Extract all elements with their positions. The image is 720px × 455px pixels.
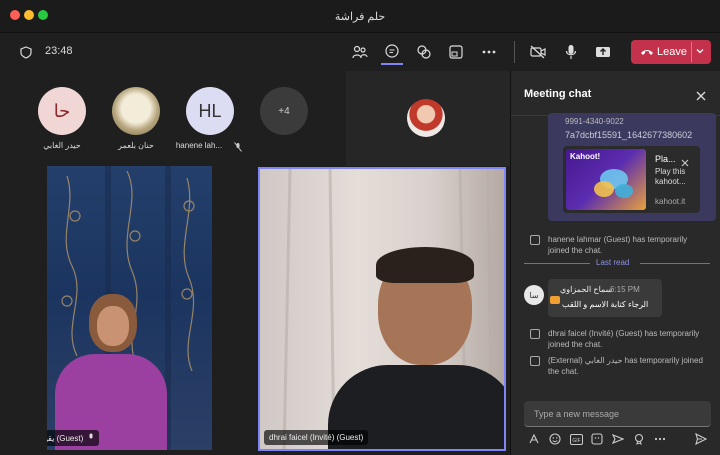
participant-name-3: hanene lah... <box>175 141 223 150</box>
flag-emoji-icon <box>550 296 560 304</box>
system-message-3-text: (External) حيدر الغابي has temporarily j… <box>548 356 703 376</box>
people-icon[interactable] <box>351 43 369 61</box>
participant-avatar-photo-2[interactable] <box>112 87 160 135</box>
message-author-avatar[interactable]: سا <box>524 285 544 305</box>
leave-button[interactable]: Leave <box>631 40 711 64</box>
meeting-toolbar: 23:48 Leave <box>0 33 720 71</box>
more-participants-badge[interactable]: +4 <box>260 87 308 135</box>
card-title: Pla... <box>655 154 676 164</box>
last-read-line-right <box>640 263 710 264</box>
gif-icon[interactable]: GIF <box>569 432 583 446</box>
leave-label: Leave <box>657 46 687 58</box>
link-partial-text: 9991-4340-9022 <box>565 117 624 126</box>
message-author: سماح الحمزاوي <box>560 285 613 294</box>
close-icon[interactable] <box>696 88 706 106</box>
video-label-left-text: يقين النوري (Guest) <box>47 434 84 443</box>
praise-icon[interactable] <box>632 432 646 446</box>
mic-icon <box>88 433 94 443</box>
rooms-icon[interactable] <box>447 43 465 61</box>
participant-avatar-3[interactable]: HL <box>186 87 234 135</box>
send-later-icon[interactable] <box>611 432 625 446</box>
chevron-down-icon[interactable] <box>695 46 705 59</box>
last-read-label: Last read <box>596 258 630 267</box>
system-message-1: hanene lahmar (Guest) has temporarily jo… <box>530 234 710 256</box>
meeting-timer: 23:48 <box>45 45 73 57</box>
system-message-3: (External) حيدر الغابي has temporarily j… <box>530 355 710 377</box>
chat-icon[interactable] <box>383 42 401 60</box>
participant-avatar-1[interactable]: حا <box>38 87 86 135</box>
participant-name-1: حيدر الغابي <box>43 141 81 150</box>
shield-icon <box>18 44 34 60</box>
reactions-icon[interactable] <box>415 43 433 61</box>
toolbar-divider <box>514 41 515 63</box>
system-message-2-text: dhrai faicel (Invité) (Guest) has tempor… <box>548 329 700 349</box>
join-icon <box>530 356 540 366</box>
kahoot-thumbnail: Kahoot! <box>566 149 646 210</box>
phone-hangup-icon <box>640 47 654 60</box>
camera-off-icon[interactable] <box>529 43 547 61</box>
more-options-icon[interactable] <box>653 432 667 446</box>
person-hair <box>376 247 474 283</box>
participant-video-right[interactable]: dhrai faicel (Invité) (Guest) <box>258 167 506 451</box>
more-options-icon[interactable] <box>480 43 498 61</box>
chat-header: Meeting chat <box>524 88 592 100</box>
window-title: حلم فراشة <box>334 11 386 23</box>
system-message-1-text: hanene lahmar (Guest) has temporarily jo… <box>548 235 688 255</box>
message-text: الرجاء كتابة الاسم و اللقب <box>562 300 649 309</box>
emoji-icon[interactable] <box>548 432 562 446</box>
title-bar: حلم فراشة <box>0 0 720 33</box>
video-stage: حا حيدر الغابي حنان بلعمر HL hanene lah.… <box>0 71 510 455</box>
system-message-2: dhrai faicel (Invité) (Guest) has tempor… <box>530 328 710 350</box>
card-url: kahoot.it <box>655 197 686 206</box>
butterfly-illustration <box>594 169 633 198</box>
join-icon <box>530 235 540 245</box>
join-icon <box>530 329 540 339</box>
message-time: 6:15 PM <box>610 285 640 294</box>
message-input[interactable]: Type a new message <box>524 401 711 427</box>
mic-muted-icon <box>234 139 242 157</box>
last-read-line-left <box>524 263 590 264</box>
microphone-icon[interactable] <box>562 43 580 61</box>
format-icon[interactable] <box>527 432 541 446</box>
link-text[interactable]: 7a7dcbf15591_1642677380602 <box>565 130 692 140</box>
video-label-right: dhrai faicel (Invité) (Guest) <box>264 430 369 445</box>
share-screen-icon[interactable] <box>594 43 612 61</box>
close-preview-icon[interactable] <box>681 154 689 172</box>
person-face <box>97 306 129 346</box>
sticker-icon[interactable] <box>590 432 604 446</box>
send-icon[interactable] <box>694 432 708 446</box>
active-tab-indicator <box>381 63 403 65</box>
svg-text:GIF: GIF <box>572 437 580 443</box>
video-label-left: يقين النوري (Guest) <box>47 430 100 446</box>
message-bubble: سماح الحمزاوي 6:15 PM الرجاء كتابة الاسم… <box>548 279 662 317</box>
self-view-avatar <box>407 99 445 137</box>
link-preview-card[interactable]: Kahoot! Pla... Play this kahoot... kahoo… <box>563 146 700 213</box>
participant-video-left[interactable]: يقين النوري (Guest) <box>47 166 212 450</box>
leave-divider <box>691 42 692 62</box>
